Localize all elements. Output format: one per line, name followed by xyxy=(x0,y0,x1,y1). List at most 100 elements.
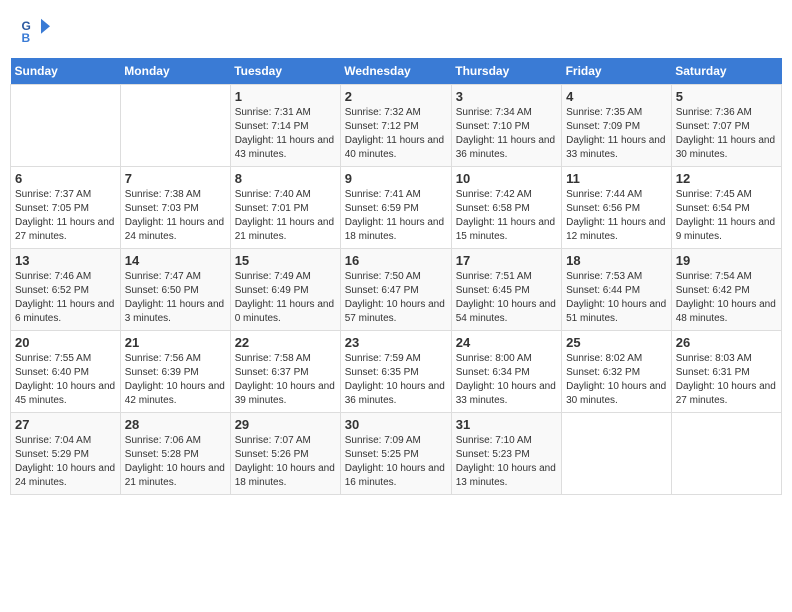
day-header-thursday: Thursday xyxy=(451,58,561,85)
calendar-cell: 17Sunrise: 7:51 AM Sunset: 6:45 PM Dayli… xyxy=(451,249,561,331)
day-number: 17 xyxy=(456,253,557,268)
calendar-cell: 21 Sunrise: 7:56 AM Sunset: 6:39 PM Dayli… xyxy=(120,331,230,413)
day-number: 26 xyxy=(676,335,777,350)
day-info: Sunrise: 7:42 AM Sunset: 6:58 PM Dayligh… xyxy=(456,188,557,244)
calendar-cell: 7Sunrise: 7:38 AM Sunset: 7:03 PM Daylig… xyxy=(120,167,230,249)
day-number: 2 xyxy=(345,89,447,104)
day-info: Sunrise: 7:09 AM Sunset: 5:25 PM Dayligh… xyxy=(345,434,447,490)
calendar-cell: 11Sunrise: 7:44 AM Sunset: 6:56 PM Dayli… xyxy=(562,167,672,249)
calendar-cell: 9 Sunrise: 7:41 AM Sunset: 6:59 PM Daylig… xyxy=(340,167,451,249)
day-info: Sunrise: 7:10 AM Sunset: 5:23 PM Dayligh… xyxy=(456,434,557,490)
day-info: Sunrise: 7:35 AM Sunset: 7:09 PM Dayligh… xyxy=(566,106,667,162)
day-number: 4 xyxy=(566,89,667,104)
calendar-cell xyxy=(120,85,230,167)
day-number: 21 xyxy=(125,335,226,350)
day-header-wednesday: Wednesday xyxy=(340,58,451,85)
day-number: 15 xyxy=(235,253,336,268)
day-number: 27 xyxy=(15,417,116,432)
day-info: Sunrise: 7:47 AM Sunset: 6:50 PM Dayligh… xyxy=(125,270,226,326)
day-info: Sunrise: 7:40 AM Sunset: 7:01 PM Dayligh… xyxy=(235,188,336,244)
day-info: Sunrise: 7:37 AM Sunset: 7:05 PM Dayligh… xyxy=(15,188,116,244)
page-header: G B xyxy=(10,10,782,50)
calendar-cell: 26 Sunrise: 8:03 AM Sunset: 6:31 PM Dayli… xyxy=(671,331,781,413)
day-number: 20 xyxy=(15,335,116,350)
day-info: Sunrise: 7:59 AM Sunset: 6:35 PM Dayligh… xyxy=(345,352,447,408)
calendar-cell: 8 Sunrise: 7:40 AM Sunset: 7:01 PM Daylig… xyxy=(230,167,340,249)
day-number: 10 xyxy=(456,171,557,186)
calendar-cell: 12 Sunrise: 7:45 AM Sunset: 6:54 PM Dayli… xyxy=(671,167,781,249)
calendar-cell: 14 Sunrise: 7:47 AM Sunset: 6:50 PM Dayli… xyxy=(120,249,230,331)
calendar-cell: 6 Sunrise: 7:37 AM Sunset: 7:05 PM Daylig… xyxy=(11,167,121,249)
day-number: 8 xyxy=(235,171,336,186)
day-header-tuesday: Tuesday xyxy=(230,58,340,85)
calendar-cell: 29 Sunrise: 7:07 AM Sunset: 5:26 PM Dayli… xyxy=(230,413,340,495)
day-number: 9 xyxy=(345,171,447,186)
day-number: 13 xyxy=(15,253,116,268)
day-number: 29 xyxy=(235,417,336,432)
calendar-header-row: SundayMondayTuesdayWednesdayThursdayFrid… xyxy=(11,58,782,85)
day-info: Sunrise: 7:45 AM Sunset: 6:54 PM Dayligh… xyxy=(676,188,777,244)
calendar-week-2: 6 Sunrise: 7:37 AM Sunset: 7:05 PM Daylig… xyxy=(11,167,782,249)
day-info: Sunrise: 7:31 AM Sunset: 7:14 PM Dayligh… xyxy=(235,106,336,162)
day-info: Sunrise: 7:50 AM Sunset: 6:47 PM Dayligh… xyxy=(345,270,447,326)
day-header-friday: Friday xyxy=(562,58,672,85)
calendar-cell: 30Sunrise: 7:09 AM Sunset: 5:25 PM Dayli… xyxy=(340,413,451,495)
day-info: Sunrise: 7:32 AM Sunset: 7:12 PM Dayligh… xyxy=(345,106,447,162)
day-number: 14 xyxy=(125,253,226,268)
day-number: 3 xyxy=(456,89,557,104)
day-info: Sunrise: 7:53 AM Sunset: 6:44 PM Dayligh… xyxy=(566,270,667,326)
calendar-cell: 3 Sunrise: 7:34 AM Sunset: 7:10 PM Daylig… xyxy=(451,85,561,167)
day-number: 25 xyxy=(566,335,667,350)
calendar-cell: 31 Sunrise: 7:10 AM Sunset: 5:23 PM Dayli… xyxy=(451,413,561,495)
day-number: 6 xyxy=(15,171,116,186)
day-info: Sunrise: 7:56 AM Sunset: 6:39 PM Dayligh… xyxy=(125,352,226,408)
day-number: 12 xyxy=(676,171,777,186)
calendar-cell: 4 Sunrise: 7:35 AM Sunset: 7:09 PM Daylig… xyxy=(562,85,672,167)
calendar-cell: 18 Sunrise: 7:53 AM Sunset: 6:44 PM Dayli… xyxy=(562,249,672,331)
day-info: Sunrise: 7:34 AM Sunset: 7:10 PM Dayligh… xyxy=(456,106,557,162)
day-info: Sunrise: 7:06 AM Sunset: 5:28 PM Dayligh… xyxy=(125,434,226,490)
day-info: Sunrise: 7:49 AM Sunset: 6:49 PM Dayligh… xyxy=(235,270,336,326)
day-info: Sunrise: 7:07 AM Sunset: 5:26 PM Dayligh… xyxy=(235,434,336,490)
day-number: 24 xyxy=(456,335,557,350)
calendar-cell: 5Sunrise: 7:36 AM Sunset: 7:07 PM Daylig… xyxy=(671,85,781,167)
day-info: Sunrise: 8:02 AM Sunset: 6:32 PM Dayligh… xyxy=(566,352,667,408)
day-info: Sunrise: 8:00 AM Sunset: 6:34 PM Dayligh… xyxy=(456,352,557,408)
day-info: Sunrise: 7:46 AM Sunset: 6:52 PM Dayligh… xyxy=(15,270,116,326)
calendar-body: 1 Sunrise: 7:31 AM Sunset: 7:14 PM Daylig… xyxy=(11,85,782,495)
calendar-week-1: 1 Sunrise: 7:31 AM Sunset: 7:14 PM Daylig… xyxy=(11,85,782,167)
calendar-cell: 10 Sunrise: 7:42 AM Sunset: 6:58 PM Dayli… xyxy=(451,167,561,249)
calendar-cell: 2 Sunrise: 7:32 AM Sunset: 7:12 PM Daylig… xyxy=(340,85,451,167)
calendar-cell: 16 Sunrise: 7:50 AM Sunset: 6:47 PM Dayli… xyxy=(340,249,451,331)
calendar-cell: 20 Sunrise: 7:55 AM Sunset: 6:40 PM Dayli… xyxy=(11,331,121,413)
calendar-week-4: 20 Sunrise: 7:55 AM Sunset: 6:40 PM Dayli… xyxy=(11,331,782,413)
calendar-cell: 23 Sunrise: 7:59 AM Sunset: 6:35 PM Dayli… xyxy=(340,331,451,413)
day-number: 16 xyxy=(345,253,447,268)
day-number: 19 xyxy=(676,253,777,268)
logo-icon: G B xyxy=(20,15,50,45)
day-number: 1 xyxy=(235,89,336,104)
day-number: 22 xyxy=(235,335,336,350)
calendar-cell xyxy=(11,85,121,167)
calendar-cell: 15 Sunrise: 7:49 AM Sunset: 6:49 PM Dayli… xyxy=(230,249,340,331)
calendar-cell xyxy=(562,413,672,495)
day-info: Sunrise: 7:55 AM Sunset: 6:40 PM Dayligh… xyxy=(15,352,116,408)
logo: G B xyxy=(20,15,52,45)
calendar-week-5: 27 Sunrise: 7:04 AM Sunset: 5:29 PM Dayli… xyxy=(11,413,782,495)
day-number: 5 xyxy=(676,89,777,104)
day-number: 18 xyxy=(566,253,667,268)
calendar-cell: 28 Sunrise: 7:06 AM Sunset: 5:28 PM Dayli… xyxy=(120,413,230,495)
day-number: 7 xyxy=(125,171,226,186)
day-number: 23 xyxy=(345,335,447,350)
day-info: Sunrise: 7:04 AM Sunset: 5:29 PM Dayligh… xyxy=(15,434,116,490)
day-info: Sunrise: 7:58 AM Sunset: 6:37 PM Dayligh… xyxy=(235,352,336,408)
day-number: 31 xyxy=(456,417,557,432)
day-header-sunday: Sunday xyxy=(11,58,121,85)
day-number: 28 xyxy=(125,417,226,432)
calendar-cell: 22 Sunrise: 7:58 AM Sunset: 6:37 PM Dayli… xyxy=(230,331,340,413)
day-header-saturday: Saturday xyxy=(671,58,781,85)
day-info: Sunrise: 8:03 AM Sunset: 6:31 PM Dayligh… xyxy=(676,352,777,408)
day-number: 11 xyxy=(566,171,667,186)
day-header-monday: Monday xyxy=(120,58,230,85)
day-info: Sunrise: 7:41 AM Sunset: 6:59 PM Dayligh… xyxy=(345,188,447,244)
